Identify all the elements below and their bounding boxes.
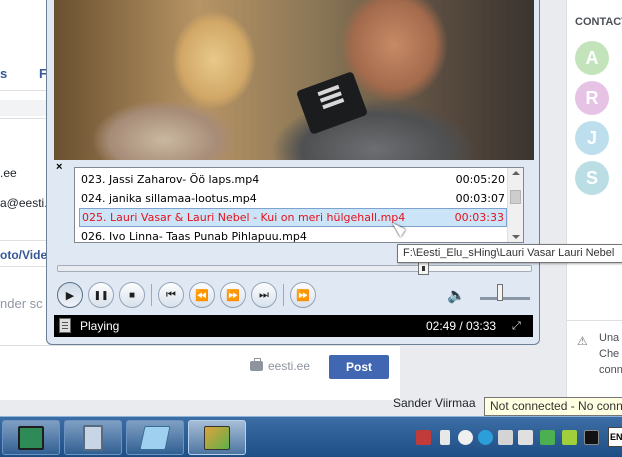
previous-icon: ⏮ [166, 288, 176, 301]
fullscreen-icon[interactable]: ⤢ [512, 320, 521, 333]
playlist-item[interactable]: 024. janika sillamaa-lootus.mp4 00:03:07 [79, 189, 507, 208]
contact-avatar[interactable]: J [575, 121, 609, 155]
connection-notice: Una Che conn [599, 332, 622, 376]
terminal-icon[interactable] [584, 430, 599, 445]
sync-icon[interactable] [478, 430, 493, 445]
calculator-icon [83, 424, 103, 451]
forward-icon: ⏩ [226, 289, 240, 302]
frame-step-icon: ⏩ [296, 289, 310, 302]
play-icon: ▶ [65, 289, 75, 302]
close-icon[interactable]: × [56, 162, 62, 173]
notepad-icon [139, 425, 171, 450]
taskbar-monitor-app[interactable] [2, 420, 60, 455]
frame-step-button[interactable]: ⏩ [290, 282, 316, 308]
system-tray: EN [412, 417, 622, 457]
volume-icon[interactable]: 🔈 [447, 286, 469, 304]
email-fragment: a@eesti. [0, 196, 48, 210]
playlist-item-title: 024. janika sillamaa-lootus.mp4 [81, 192, 257, 205]
taskbar-calculator-app[interactable] [64, 420, 122, 455]
playback-time: 02:49 / 03:33 [426, 319, 497, 333]
contact-avatar[interactable]: R [575, 81, 609, 115]
shield-icon[interactable] [540, 430, 555, 445]
playlist-item-title: 023. Jassi Zaharov- Öö laps.mp4 [81, 173, 260, 186]
post-button[interactable]: Post [329, 355, 389, 379]
seek-progress [58, 266, 424, 271]
seek-thumb[interactable] [418, 262, 429, 275]
privacy-selector[interactable]: eesti.ee [250, 358, 311, 373]
usb-icon[interactable] [440, 430, 450, 445]
file-path-tooltip: F:\Eesti_Elu_sHing\Lauri Vasar Lauri Neb… [397, 244, 622, 263]
warning-icon: ⚠ [577, 334, 588, 348]
pause-icon: ❚❚ [93, 289, 109, 300]
playlist-scrollbar[interactable] [507, 168, 523, 242]
next-button[interactable]: ⏭ [251, 282, 277, 308]
stop-icon: ■ [128, 289, 136, 301]
document-icon [59, 318, 71, 333]
playlist-item-duration: 00:03:33 [454, 211, 504, 224]
background-page-left: .ee a@eesti. s F oto/Video nder sc [0, 0, 48, 400]
rewind-button[interactable]: ⏪ [189, 282, 215, 308]
not-connected-tooltip: Not connected - No conn [484, 397, 622, 416]
monitor-icon [18, 425, 44, 450]
composer-placeholder-fragment[interactable]: nder sc [0, 296, 48, 311]
playlist-item-duration: 00:05:20 [455, 173, 505, 186]
volume-thumb[interactable] [497, 284, 503, 301]
media-player-icon [204, 425, 230, 450]
contact-avatar[interactable]: S [575, 161, 609, 195]
playlist-item-title: 026. Ivo Linna- Taas Punab Pihlapuu.mp4 [81, 230, 307, 243]
playlist-item-title: 025. Lauri Vasar & Lauri Nebel - Kui on … [82, 211, 406, 224]
contact-avatar[interactable]: A [575, 41, 609, 75]
scroll-up-icon[interactable] [512, 171, 520, 175]
playlist-item-selected[interactable]: 025. Lauri Vasar & Lauri Nebel - Kui on … [79, 208, 507, 227]
player-status-bar: Playing 02:49 / 03:33 ⤢ [54, 315, 533, 337]
video-display[interactable] [54, 0, 534, 160]
scroll-down-icon[interactable] [512, 235, 520, 239]
playlist-item[interactable]: 026. Ivo Linna- Taas Punab Pihlapuu.mp4 [79, 227, 507, 243]
post-composer-footer: eesti.ee Post [0, 345, 400, 400]
security-alert-icon[interactable] [416, 430, 431, 445]
windows-taskbar: EN [0, 416, 622, 457]
pause-button[interactable]: ❚❚ [88, 282, 114, 308]
display-icon[interactable] [498, 430, 513, 445]
next-icon: ⏭ [259, 288, 269, 301]
playlist: 023. Jassi Zaharov- Öö laps.mp4 00:05:20… [74, 167, 524, 243]
photo-video-tab[interactable]: oto/Video [0, 248, 48, 262]
playlist-item[interactable]: 023. Jassi Zaharov- Öö laps.mp4 00:05:20 [79, 170, 507, 189]
network-icon[interactable] [458, 430, 473, 445]
play-button[interactable]: ▶ [57, 282, 83, 308]
rewind-icon: ⏪ [195, 289, 209, 302]
scroll-thumb[interactable] [510, 190, 521, 204]
nav-item-fragment-1[interactable]: s [0, 66, 7, 81]
contacts-sidebar: CONTACT A R J S ⚠ Una Che conn [566, 0, 622, 400]
previous-button[interactable]: ⏮ [158, 282, 184, 308]
domain-fragment: .ee [0, 166, 17, 180]
contacts-title: CONTACT [575, 16, 622, 28]
privacy-label: eesti.ee [268, 359, 311, 373]
volume-slider[interactable] [480, 297, 530, 300]
app-tray-icon[interactable] [562, 430, 577, 445]
keyboard-layout-icon[interactable]: EN [608, 427, 622, 447]
playback-state: Playing [80, 319, 120, 333]
seek-bar[interactable] [57, 262, 532, 275]
speaker-icon[interactable] [518, 430, 533, 445]
chat-contact-name[interactable]: Sander Viirmaa [393, 396, 476, 410]
playlist-item-duration: 00:03:07 [455, 192, 505, 205]
taskbar-notepad-app[interactable] [126, 420, 184, 455]
stop-button[interactable]: ■ [119, 282, 145, 308]
briefcase-icon [250, 358, 263, 371]
taskbar-media-player-app[interactable] [188, 420, 246, 455]
forward-button[interactable]: ⏩ [220, 282, 246, 308]
